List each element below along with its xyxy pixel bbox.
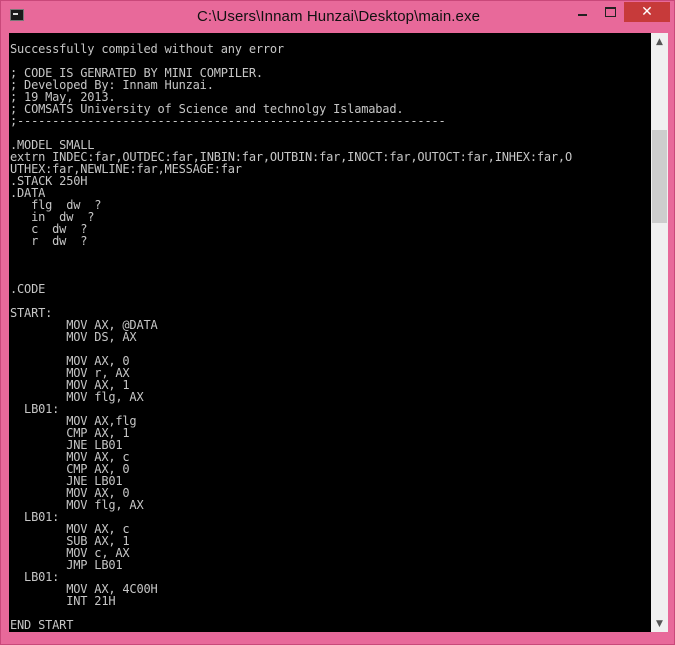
console-line: END START <box>10 618 74 632</box>
title-bar[interactable]: C:\Users\Innam Hunzai\Desktop\main.exe ✕ <box>1 1 675 32</box>
console-line: in dw ? <box>10 210 95 224</box>
console-line: flg dw ? <box>10 198 102 212</box>
scroll-thumb[interactable] <box>652 130 667 223</box>
console-line: .STACK 250H <box>10 174 88 188</box>
console-line: ;---------------------------------------… <box>10 114 446 128</box>
console-line: r dw ? <box>10 234 88 248</box>
console-line: UTHEX:far,NEWLINE:far,MESSAGE:far <box>10 162 242 176</box>
close-button[interactable]: ✕ <box>624 2 670 22</box>
console-line: .CODE <box>10 282 46 296</box>
console-output[interactable]: Successfully compiled without any error;… <box>9 33 651 632</box>
console-line: MOV flg, AX <box>10 390 144 404</box>
console-line: c dw ? <box>10 222 88 236</box>
console-line: JMP LB01 <box>10 558 123 572</box>
scroll-down-arrow-icon[interactable]: ▼ <box>651 615 668 632</box>
console-text: Successfully compiled without any error;… <box>10 43 572 631</box>
console-line: MOV flg, AX <box>10 498 144 512</box>
vertical-scrollbar[interactable]: ▲ ▼ <box>651 33 668 632</box>
minimize-icon <box>577 14 587 16</box>
minimize-button[interactable] <box>569 2 595 22</box>
maximize-button[interactable] <box>597 2 623 22</box>
scroll-up-arrow-icon[interactable]: ▲ <box>651 33 668 50</box>
console-line: INT 21H <box>10 594 116 608</box>
maximize-icon <box>604 7 616 17</box>
close-icon: ✕ <box>641 4 653 20</box>
console-window: C:\Users\Innam Hunzai\Desktop\main.exe ✕… <box>0 0 675 645</box>
console-line: MOV DS, AX <box>10 330 137 344</box>
console-line: Successfully compiled without any error <box>10 42 284 56</box>
